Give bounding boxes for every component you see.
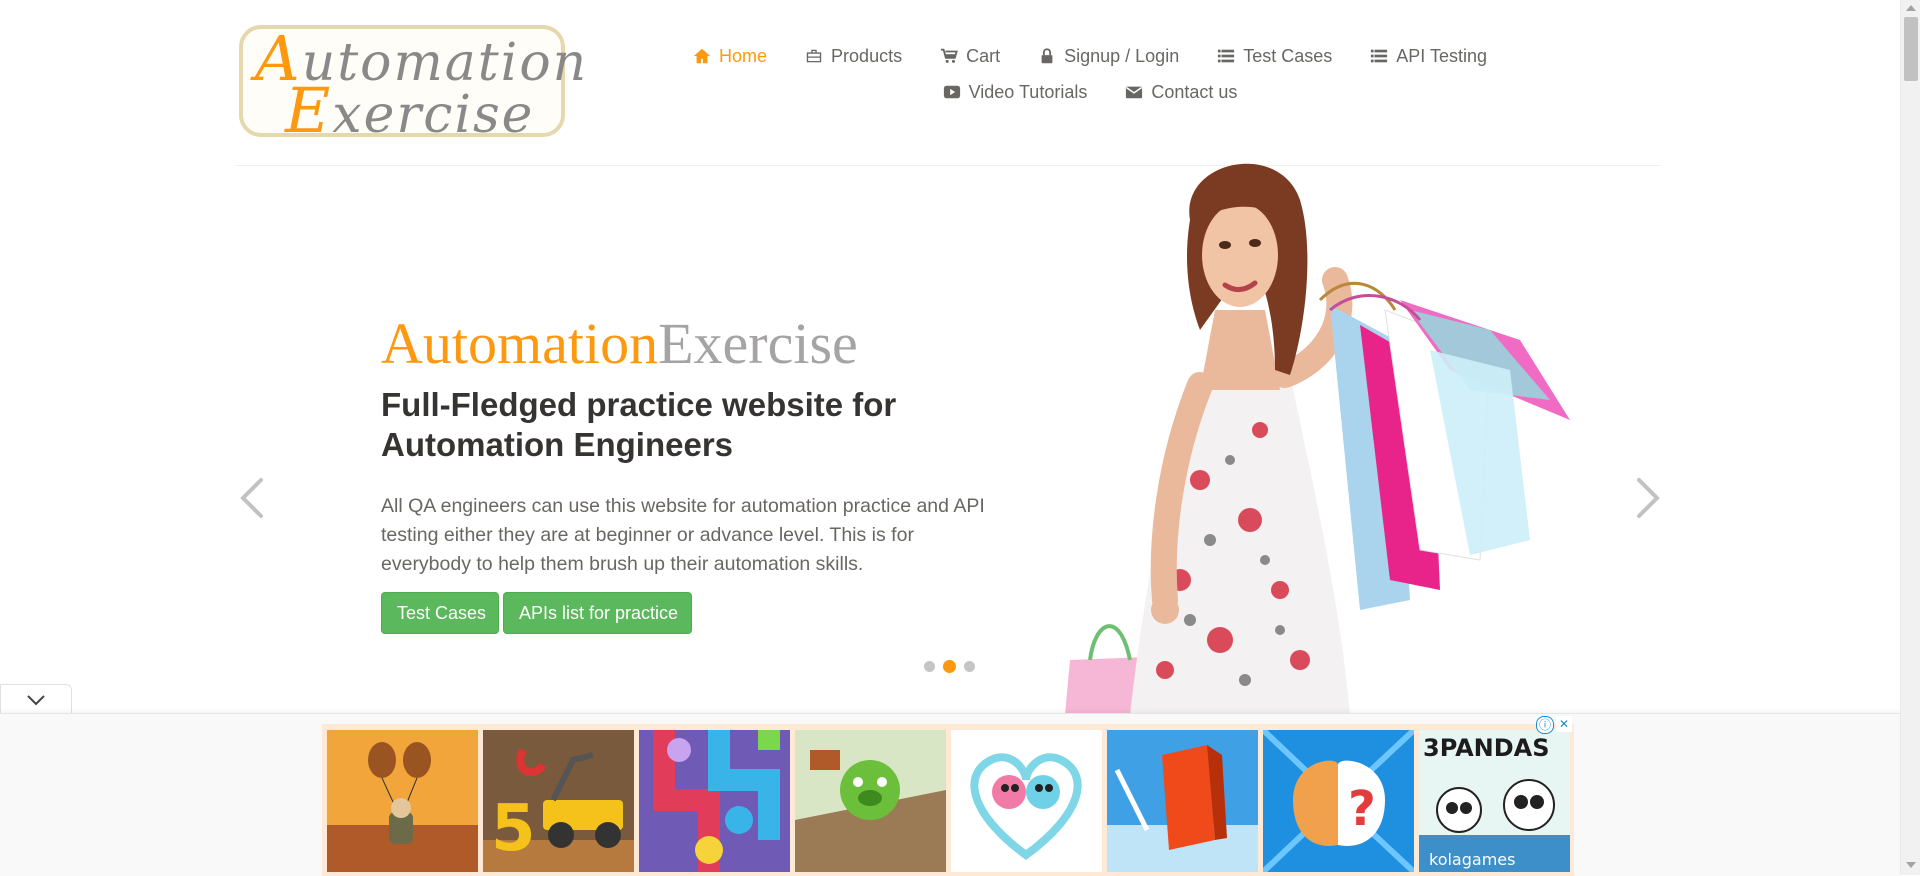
3-pandas-icon: 3PANDAS kolagames bbox=[1419, 730, 1570, 872]
nav-test-cases[interactable]: Test Cases bbox=[1217, 46, 1332, 67]
nav-api-testing[interactable]: API Testing bbox=[1370, 46, 1487, 67]
carousel-headline: Full-Fledged practice website for Automa… bbox=[381, 386, 897, 463]
ad-collapse-toggle[interactable] bbox=[0, 684, 72, 714]
ad-tile-3-pandas[interactable]: 3PANDAS kolagames bbox=[1419, 730, 1570, 872]
ad-game-tiles: 5 ? 3PANDAS kolagames bbox=[327, 730, 1570, 872]
youtube-play-icon bbox=[943, 85, 960, 99]
chevron-down-icon bbox=[27, 694, 45, 705]
site-logo[interactable]: Automation Exercise bbox=[239, 25, 586, 142]
nav-video-tutorials[interactable]: Video Tutorials bbox=[943, 82, 1087, 103]
list-icon bbox=[1218, 49, 1235, 63]
nav-home[interactable]: Home bbox=[693, 46, 767, 67]
ad-tile-block-game[interactable] bbox=[1107, 730, 1258, 872]
ad-info-icon[interactable]: ⓘ bbox=[1536, 716, 1554, 734]
apis-list-button[interactable]: APIs list for practice bbox=[503, 592, 692, 634]
envelope-icon bbox=[1126, 86, 1143, 99]
nav-signup-login[interactable]: Signup / Login bbox=[1038, 46, 1179, 67]
carousel-prev-button[interactable] bbox=[235, 470, 269, 526]
carousel-brand-title: AutomationExercise bbox=[381, 311, 858, 376]
carousel-next-button[interactable] bbox=[1631, 470, 1665, 526]
shopping-woman-illustration bbox=[1065, 163, 1570, 715]
ad-tile-brain-game[interactable]: ? bbox=[1263, 730, 1414, 872]
ad-close-icon[interactable]: ✕ bbox=[1556, 716, 1572, 732]
ad-tile-truck-game[interactable]: 5 bbox=[483, 730, 634, 872]
ad-tile-pipe-game[interactable] bbox=[639, 730, 790, 872]
scroll-down-arrow-icon[interactable] bbox=[1906, 862, 1916, 868]
svg-text:5: 5 bbox=[491, 792, 536, 866]
nav-contact-us[interactable]: Contact us bbox=[1125, 82, 1237, 103]
page-scrollbar[interactable] bbox=[1900, 0, 1920, 875]
chevron-right-icon bbox=[1637, 478, 1660, 518]
carousel-description: All QA engineers can use this website fo… bbox=[381, 495, 985, 575]
balloon-game-icon bbox=[327, 730, 478, 872]
ad-choices: ⓘ ✕ bbox=[1536, 716, 1572, 734]
nav-row-1: Home Products Cart Signup / Login Test C… bbox=[693, 38, 1487, 74]
nav-cart[interactable]: Cart bbox=[940, 46, 1000, 67]
carousel-dot-2[interactable] bbox=[943, 660, 956, 673]
cart-icon bbox=[940, 48, 958, 63]
bottom-ad-banner: 5 ? 3PANDAS kolagames ⓘ ✕ bbox=[0, 713, 1900, 876]
hero-image-shopping-woman bbox=[1050, 160, 1630, 715]
ad-tile-balloon-game[interactable] bbox=[327, 730, 478, 872]
carousel-indicators bbox=[924, 660, 975, 673]
main-nav: Home Products Cart Signup / Login Test C… bbox=[693, 38, 1487, 110]
red-block-icon bbox=[1107, 730, 1258, 872]
chevron-left-icon bbox=[240, 478, 263, 518]
scroll-up-arrow-icon[interactable] bbox=[1906, 5, 1916, 11]
number-5-truck-icon: 5 bbox=[483, 730, 634, 872]
svg-text:kolagames: kolagames bbox=[1429, 850, 1515, 869]
ad-tile-love-balls[interactable] bbox=[951, 730, 1102, 872]
carousel-dot-3[interactable] bbox=[964, 661, 975, 672]
love-balls-icon bbox=[951, 730, 1102, 872]
ad-games-panel: 5 ? 3PANDAS kolagames ⓘ ✕ bbox=[322, 716, 1574, 876]
test-cases-button[interactable]: Test Cases bbox=[381, 592, 499, 634]
briefcase-icon bbox=[806, 49, 822, 63]
list-icon bbox=[1371, 49, 1388, 63]
carousel-dot-1[interactable] bbox=[924, 661, 935, 672]
angry-pig-icon bbox=[795, 730, 946, 872]
nav-row-2: Video Tutorials Contact us bbox=[700, 74, 1480, 110]
lock-icon bbox=[1041, 48, 1053, 64]
pipe-puzzle-icon bbox=[639, 730, 790, 872]
brain-question-icon: ? bbox=[1263, 730, 1414, 872]
ad-tile-pig-game[interactable] bbox=[795, 730, 946, 872]
logo-line-2: Exercise bbox=[285, 74, 535, 147]
nav-products[interactable]: Products bbox=[805, 46, 902, 67]
scrollbar-thumb[interactable] bbox=[1904, 17, 1918, 81]
home-icon bbox=[693, 48, 711, 64]
svg-text:3PANDAS: 3PANDAS bbox=[1423, 734, 1550, 762]
svg-text:?: ? bbox=[1348, 781, 1376, 837]
